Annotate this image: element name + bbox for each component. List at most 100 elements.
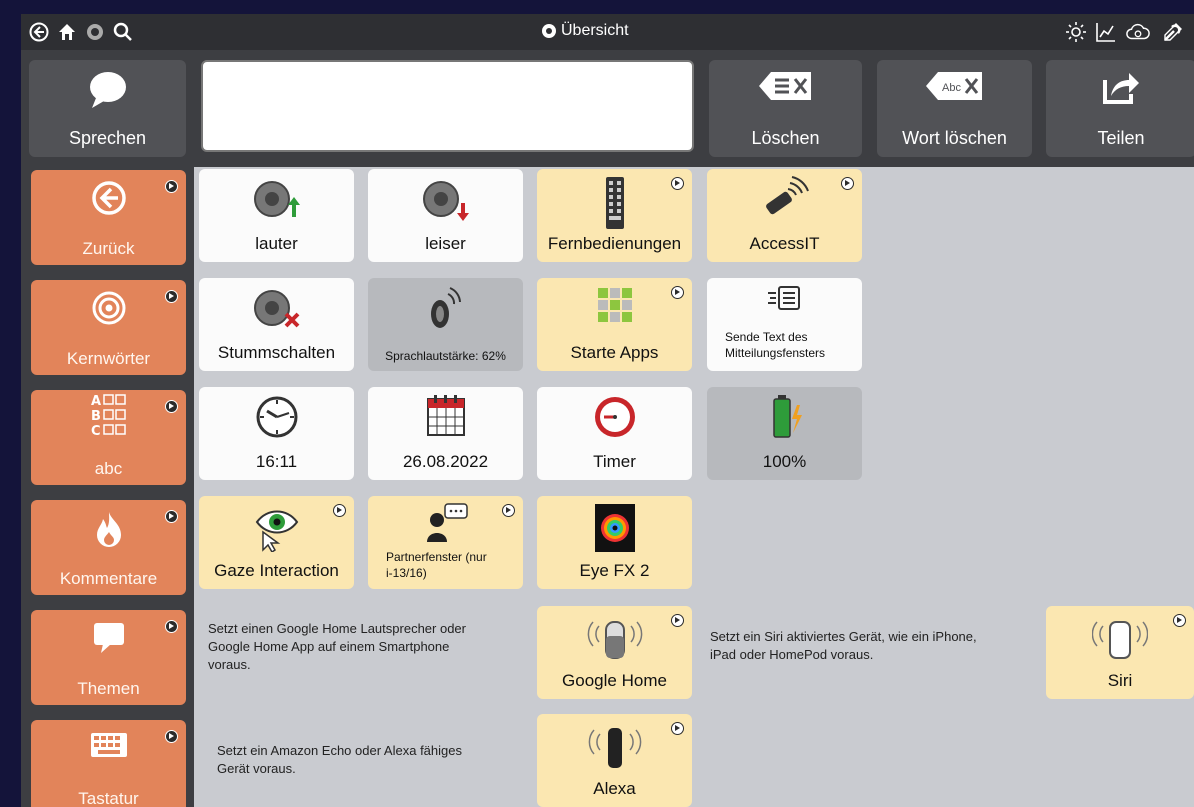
mute-label: Stummschalten bbox=[217, 343, 336, 362]
gaze-interaction-tile[interactable]: Gaze Interaction bbox=[199, 496, 354, 589]
date-label: 26.08.2022 bbox=[402, 452, 489, 471]
speech-volume-label: Sprachlautstärke: 62% bbox=[385, 349, 506, 363]
sidebar-item-label: abc bbox=[94, 459, 123, 478]
start-apps-tile[interactable]: Starte Apps bbox=[537, 278, 692, 371]
battery-charging-icon bbox=[707, 393, 862, 441]
eye-fx-icon bbox=[537, 502, 692, 554]
send-text-line: Mitteilungsfensters bbox=[725, 346, 826, 360]
sidebar-item-topics[interactable]: Themen bbox=[31, 610, 186, 705]
sidebar-item-label: Kommentare bbox=[59, 569, 158, 588]
speech-bubble-icon bbox=[29, 70, 186, 110]
accessit-label: AccessIT bbox=[749, 234, 820, 253]
gaze-interaction-label: Gaze Interaction bbox=[214, 561, 339, 580]
search-icon[interactable] bbox=[111, 20, 135, 44]
partner-window-line: Partnerfenster (nur bbox=[386, 550, 487, 564]
sidebar-item-comments[interactable]: Kommentare bbox=[31, 500, 186, 595]
speech-volume-icon bbox=[368, 284, 523, 336]
folder-arrow-icon bbox=[671, 722, 684, 735]
sidebar-item-abc[interactable]: A B C abc bbox=[31, 390, 186, 485]
remotes-tile[interactable]: Fernbedienungen bbox=[537, 169, 692, 262]
siri-tile[interactable]: Siri bbox=[1046, 606, 1194, 699]
alexa-tile[interactable]: Alexa bbox=[537, 714, 692, 807]
louder-tile[interactable]: lauter bbox=[199, 169, 354, 262]
partner-window-line: i-13/16) bbox=[386, 566, 427, 580]
abc-letter-c: C bbox=[91, 424, 101, 438]
back-icon[interactable] bbox=[27, 20, 51, 44]
usb-wireless-icon bbox=[707, 175, 862, 225]
echo-speaker-icon bbox=[537, 720, 692, 772]
note-line: Setzt ein Siri aktiviertes Gerät, wie ei… bbox=[710, 629, 977, 644]
speak-button[interactable]: Sprechen bbox=[29, 60, 186, 157]
target-icon bbox=[31, 290, 186, 326]
home-icon[interactable] bbox=[55, 20, 79, 44]
battery-tile[interactable]: 100% bbox=[707, 387, 862, 480]
keyboard-icon bbox=[31, 730, 186, 760]
note-line: voraus. bbox=[208, 657, 251, 672]
clock-icon bbox=[199, 393, 354, 441]
clock-label: 16:11 bbox=[255, 452, 298, 471]
send-text-label: Sende Text des Mitteilungsfensters bbox=[707, 329, 862, 361]
delete-word-label: Wort löschen bbox=[902, 128, 1007, 148]
sidebar-item-label: Themen bbox=[77, 679, 140, 698]
eye-fx-tile[interactable]: Eye FX 2 bbox=[537, 496, 692, 589]
google-home-tile[interactable]: Google Home bbox=[537, 606, 692, 699]
sidebar-item-core-words[interactable]: Kernwörter bbox=[31, 280, 186, 375]
quieter-tile[interactable]: leiser bbox=[368, 169, 523, 262]
message-toolbar: Sprechen Löschen Abc Wort löschen Teilen bbox=[21, 50, 1194, 167]
partner-chat-icon bbox=[368, 502, 523, 546]
timer-tile[interactable]: Timer bbox=[537, 387, 692, 480]
remotes-label: Fernbedienungen bbox=[547, 234, 682, 253]
partner-window-tile[interactable]: Partnerfenster (nur i-13/16) bbox=[368, 496, 523, 589]
delete-label: Löschen bbox=[751, 128, 820, 148]
speech-bubble-icon bbox=[31, 620, 186, 656]
page-title-text: Übersicht bbox=[561, 22, 629, 39]
smart-speaker-icon bbox=[537, 612, 692, 664]
delete-button[interactable]: Löschen bbox=[709, 60, 862, 157]
note-line: iPad oder HomePod voraus. bbox=[710, 647, 874, 662]
back-circle-icon bbox=[31, 180, 186, 216]
app-frame: Übersicht Sprechen Löschen Abc Wort lösc… bbox=[21, 14, 1194, 807]
note-line: Google Home App auf einem Smartphone bbox=[208, 639, 450, 654]
folder-arrow-icon bbox=[671, 177, 684, 190]
volume-up-icon bbox=[199, 175, 354, 227]
folder-arrow-icon bbox=[502, 504, 515, 517]
siri-note: Setzt ein Siri aktiviertes Gerät, wie ei… bbox=[710, 628, 1050, 664]
page-title: Übersicht bbox=[541, 22, 629, 40]
google-home-label: Google Home bbox=[562, 671, 667, 690]
speech-volume-tile[interactable]: Sprachlautstärke: 62% bbox=[368, 278, 523, 371]
clock-tile[interactable]: 16:11 bbox=[199, 387, 354, 480]
message-window[interactable] bbox=[201, 60, 694, 152]
calendar-icon bbox=[368, 393, 523, 439]
alexa-note: Setzt ein Amazon Echo oder Alexa fähiges… bbox=[217, 742, 537, 778]
chart-icon[interactable] bbox=[1094, 20, 1118, 44]
brightness-icon[interactable] bbox=[1064, 20, 1088, 44]
cloud-icon[interactable] bbox=[1126, 20, 1150, 44]
volume-down-icon bbox=[368, 175, 523, 227]
sidebar: Zurück Kernwörter A B C abc Kommentare T… bbox=[21, 167, 194, 807]
remote-control-icon bbox=[537, 175, 692, 231]
note-line: Setzt einen Google Home Lautsprecher ode… bbox=[208, 621, 466, 636]
folder-arrow-icon bbox=[165, 510, 178, 523]
settings-icon[interactable] bbox=[83, 20, 107, 44]
delete-word-icon: Abc bbox=[877, 70, 1032, 102]
folder-arrow-icon bbox=[165, 730, 178, 743]
mute-icon bbox=[199, 284, 354, 336]
quieter-label: leiser bbox=[425, 234, 466, 253]
abc-grid-icon: A B C bbox=[31, 392, 186, 438]
folder-arrow-icon bbox=[841, 177, 854, 190]
date-tile[interactable]: 26.08.2022 bbox=[368, 387, 523, 480]
mute-tile[interactable]: Stummschalten bbox=[199, 278, 354, 371]
apps-grid-icon bbox=[537, 284, 692, 332]
siri-label: Siri bbox=[1107, 671, 1133, 690]
sidebar-item-label: Zurück bbox=[82, 239, 135, 258]
partner-window-label: Partnerfenster (nur i-13/16) bbox=[368, 549, 523, 581]
share-button[interactable]: Teilen bbox=[1046, 60, 1194, 157]
accessit-tile[interactable]: AccessIT bbox=[707, 169, 862, 262]
google-home-note: Setzt einen Google Home Lautsprecher ode… bbox=[208, 620, 538, 674]
tools-icon[interactable] bbox=[1161, 20, 1185, 44]
send-text-tile[interactable]: Sende Text des Mitteilungsfensters bbox=[707, 278, 862, 371]
sidebar-item-back[interactable]: Zurück bbox=[31, 170, 186, 265]
delete-word-button[interactable]: Abc Wort löschen bbox=[877, 60, 1032, 157]
sidebar-item-label: Kernwörter bbox=[66, 349, 151, 368]
sidebar-item-keyboard[interactable]: Tastatur bbox=[31, 720, 186, 807]
